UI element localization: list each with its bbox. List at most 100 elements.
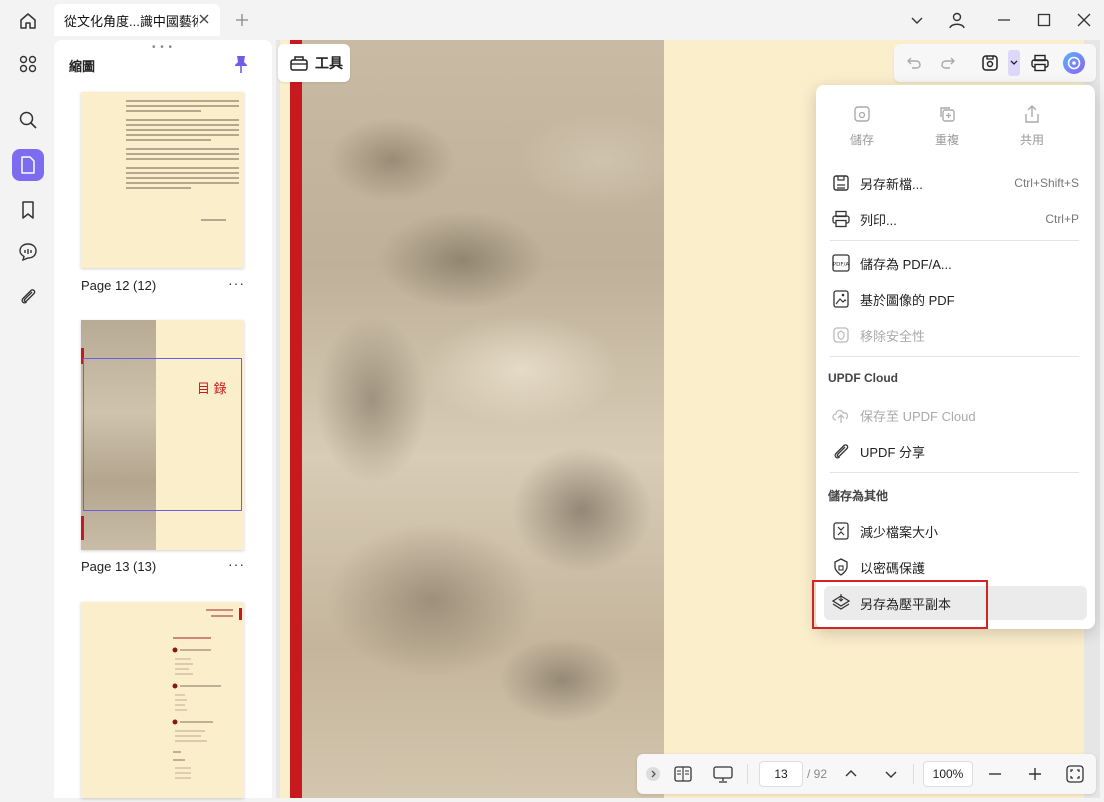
save-as-shortcut: Ctrl+Shift+S: [1014, 176, 1079, 190]
image-pdf-item[interactable]: 基於圖像的 PDF: [824, 282, 1087, 316]
share-icon: [1021, 103, 1043, 125]
save-dropdown-button[interactable]: [1008, 50, 1020, 76]
printer-icon: [830, 208, 852, 230]
menu-divider: [830, 472, 1079, 473]
save-as-label: 另存新檔...: [860, 176, 923, 192]
print-item[interactable]: 列印... Ctrl+P: [824, 202, 1087, 236]
expand-icon[interactable]: [643, 762, 663, 786]
updf-share-label: UPDF 分享: [860, 444, 926, 460]
menu-top-actions: 儲存 重複 共用: [816, 103, 1095, 153]
image-pdf-label: 基於圖像的 PDF: [860, 292, 955, 308]
tab-title: 從文化角度...識中國藝術: [64, 13, 198, 29]
close-window-icon[interactable]: [1070, 8, 1098, 32]
previous-page-icon[interactable]: [839, 762, 863, 786]
more-options-icon[interactable]: ···: [228, 556, 245, 572]
chevron-down-icon[interactable]: [903, 8, 931, 32]
password-icon: [830, 556, 852, 578]
close-tab-icon[interactable]: [196, 11, 212, 27]
bottom-bar: 13 / 92 100%: [637, 754, 1096, 794]
thumbnails-icon[interactable]: [12, 149, 44, 181]
reduce-size-item[interactable]: 減少檔案大小: [824, 514, 1087, 548]
minimize-icon[interactable]: [990, 8, 1018, 32]
bar-divider: [913, 764, 914, 784]
save-to-cloud-item[interactable]: 保存至 UPDF Cloud: [824, 398, 1087, 432]
page-number-input[interactable]: 13: [759, 761, 803, 787]
page-thumbnail-current[interactable]: 目 錄: [81, 320, 244, 550]
cloud-section-heading: UPDF Cloud: [828, 371, 898, 385]
reduce-size-label: 減少檔案大小: [860, 524, 939, 540]
password-protect-item[interactable]: 以密碼保護: [824, 550, 1087, 584]
thumbnail-label: Page 13 (13): [81, 559, 157, 574]
maximize-icon[interactable]: [1030, 8, 1058, 32]
zoom-out-icon[interactable]: [983, 762, 1007, 786]
page-red-border: [290, 40, 302, 798]
red-marker: [81, 516, 84, 540]
next-page-icon[interactable]: [879, 762, 903, 786]
page-layout-icon[interactable]: [671, 762, 695, 786]
presentation-icon[interactable]: [711, 762, 735, 786]
bar-divider: [747, 764, 748, 784]
redo-icon[interactable]: [936, 51, 960, 75]
duplicate-action-label: 重複: [934, 133, 959, 147]
search-icon[interactable]: [12, 104, 44, 136]
printer-icon[interactable]: [1028, 51, 1052, 75]
title-bar: 從文化角度...識中國藝術: [0, 0, 1104, 40]
attachment-icon[interactable]: [12, 280, 44, 312]
save-pdfa-label: 儲存為 PDF/A...: [860, 256, 952, 272]
thumbnail-panel: • • • 縮圖 Page 12 (12) ··· 目 錄 Page 13 (1…: [54, 40, 272, 798]
cloud-upload-icon: [830, 404, 852, 426]
save-action[interactable]: 儲存: [832, 103, 892, 148]
organize-pages-icon[interactable]: [12, 48, 44, 80]
page-thumbnail[interactable]: [81, 602, 244, 798]
zoom-level[interactable]: 100%: [923, 761, 973, 787]
home-icon[interactable]: [14, 8, 42, 34]
save-icon: [851, 103, 873, 125]
print-label: 列印...: [860, 212, 897, 228]
remove-security-label: 移除安全性: [860, 328, 926, 344]
image-pdf-icon: [830, 288, 852, 310]
bookmark-icon[interactable]: [12, 194, 44, 226]
remove-security-item[interactable]: 移除安全性: [824, 318, 1087, 352]
save-dropdown-menu: 儲存 重複 共用 另存新檔... Ctrl+Shift+S 列印... Ctrl…: [816, 85, 1095, 629]
save-as-icon: [830, 172, 852, 194]
share-action[interactable]: 共用: [1002, 103, 1062, 148]
thumbnail-label: Page 12 (12): [81, 278, 157, 293]
panel-title: 縮圖: [69, 59, 96, 74]
compress-icon: [830, 520, 852, 542]
more-options-icon[interactable]: ···: [228, 275, 245, 291]
ai-assistant-icon[interactable]: [1062, 51, 1086, 75]
undo-icon[interactable]: [902, 51, 926, 75]
print-shortcut: Ctrl+P: [1045, 212, 1079, 226]
password-protect-label: 以密碼保護: [860, 560, 926, 576]
fit-page-icon[interactable]: [1063, 762, 1087, 786]
pin-icon[interactable]: [232, 54, 250, 74]
toc-heading: 目 錄: [197, 381, 227, 396]
save-to-cloud-label: 保存至 UPDF Cloud: [860, 408, 976, 424]
pdfa-icon: PDF/A: [830, 252, 852, 274]
menu-divider: [830, 240, 1079, 241]
page-thumbnail[interactable]: [81, 92, 244, 268]
svg-text:PDF/A: PDF/A: [833, 262, 850, 268]
tools-button[interactable]: 工具: [278, 44, 350, 82]
comment-icon[interactable]: [12, 236, 44, 268]
add-tab-icon[interactable]: [232, 10, 252, 30]
document-tab[interactable]: 從文化角度...識中國藝術: [54, 4, 220, 36]
page-total: / 92: [807, 767, 828, 781]
duplicate-action[interactable]: 重複: [917, 103, 977, 148]
save-as-item[interactable]: 另存新檔... Ctrl+Shift+S: [824, 166, 1087, 200]
updf-share-item[interactable]: UPDF 分享: [824, 434, 1087, 468]
account-icon[interactable]: [943, 8, 971, 32]
panel-drag-handle[interactable]: • • •: [152, 42, 173, 53]
toolbox-icon: [289, 54, 309, 72]
left-rail: [0, 40, 54, 802]
save-pdfa-item[interactable]: PDF/A 儲存為 PDF/A...: [824, 246, 1087, 280]
save-icon[interactable]: [978, 51, 1002, 75]
right-toolbar: [894, 44, 1096, 82]
save-action-label: 儲存: [849, 133, 874, 147]
share-action-label: 共用: [1019, 133, 1044, 147]
menu-divider: [830, 356, 1079, 357]
highlight-annotation: [812, 580, 988, 629]
tools-label: 工具: [315, 55, 343, 71]
zoom-in-icon[interactable]: [1023, 762, 1047, 786]
remove-security-icon: [830, 324, 852, 346]
